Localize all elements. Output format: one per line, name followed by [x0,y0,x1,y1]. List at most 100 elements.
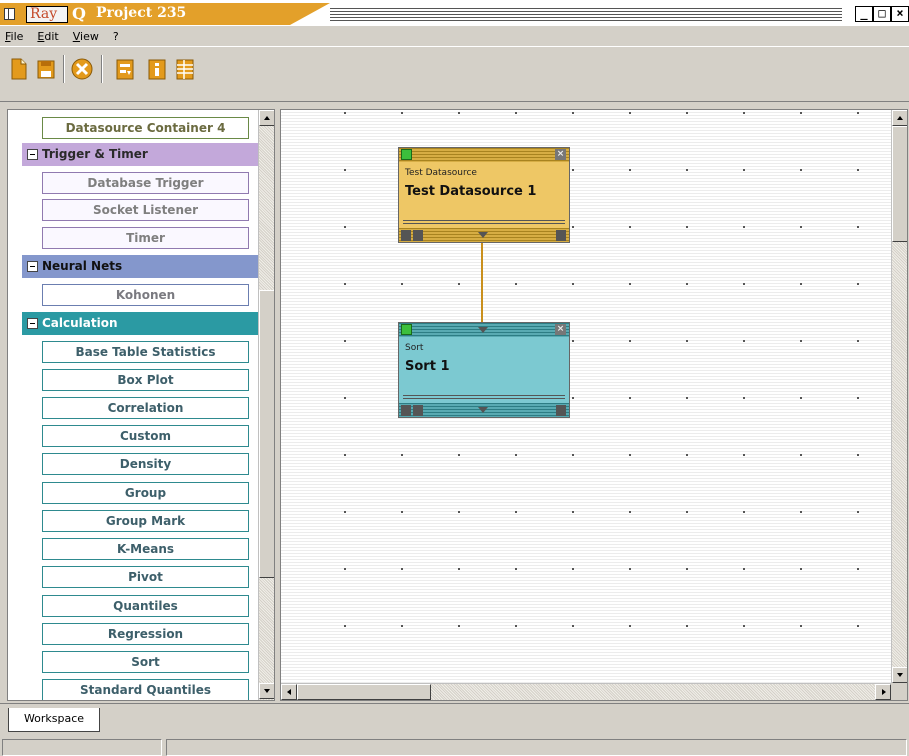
grid-dot [743,169,745,171]
logo-q: Q [72,4,86,23]
status-pane-left [2,739,162,756]
node-close-icon[interactable]: × [555,149,566,160]
delete-icon[interactable] [71,58,93,80]
palette-item-box-plot[interactable]: Box Plot [42,369,249,391]
node-status-icon [401,324,412,335]
output-port-icon[interactable] [478,407,488,413]
palette-item-group-mark[interactable]: Group Mark [42,510,249,532]
grid-dot [629,511,631,513]
menu-help[interactable]: ? [113,30,119,43]
palette-item-timer[interactable]: Timer [42,227,249,249]
category-trigger-timer[interactable]: Trigger & Timer [22,143,258,166]
window-menu-icon[interactable] [4,8,15,20]
grid-dot [629,283,631,285]
palette-item-custom[interactable]: Custom [42,425,249,447]
grid-dot [572,454,574,456]
grid-dot [572,340,574,342]
palette-item-quantiles[interactable]: Quantiles [42,595,249,617]
grid-dot [344,397,346,399]
grid-dot [743,625,745,627]
scroll-thumb[interactable] [297,684,431,700]
menu-view[interactable]: View [73,30,99,43]
grid-dot [743,568,745,570]
scroll-up-button[interactable] [892,110,907,126]
palette-item-group[interactable]: Group [42,482,249,504]
collapse-icon[interactable] [27,149,38,160]
logo-text: Ray [30,6,58,22]
menu-edit[interactable]: Edit [37,30,58,43]
node-config-icon[interactable] [413,405,423,416]
scroll-thumb[interactable] [259,290,274,578]
category-calculation[interactable]: Calculation [22,312,258,335]
workspace-canvas[interactable]: × Test Datasource Test Datasource 1 × So… [280,109,908,701]
category-neural-nets[interactable]: Neural Nets [22,255,258,278]
palette-item-k-means[interactable]: K-Means [42,538,249,560]
grid-dot [629,340,631,342]
table-icon[interactable] [176,58,194,80]
palette-item-pivot[interactable]: Pivot [42,566,249,588]
collapse-icon[interactable] [27,261,38,272]
palette-item-regression[interactable]: Regression [42,623,249,645]
input-port-icon[interactable] [478,327,488,333]
info-icon[interactable] [148,58,166,80]
tab-workspace[interactable]: Workspace [8,708,100,732]
grid-dot [800,568,802,570]
node-info-icon[interactable] [556,405,566,416]
palette-item-database-trigger[interactable]: Database Trigger [42,172,249,194]
grid-dot [743,283,745,285]
palette-item-density[interactable]: Density [42,453,249,475]
node-port-icon[interactable] [401,405,411,416]
node-test-datasource[interactable]: × Test Datasource Test Datasource 1 [398,147,570,243]
title-bar[interactable]: Ray Q Project 235 _ □ × [0,0,909,26]
save-icon[interactable] [37,58,55,80]
palette-scrollbar[interactable] [258,110,274,700]
maximize-button[interactable]: □ [873,6,891,22]
palette-item-socket-listener[interactable]: Socket Listener [42,199,249,221]
node-name: Test Datasource 1 [405,184,537,199]
palette-item-sort[interactable]: Sort [42,651,249,673]
palette-item-correlation[interactable]: Correlation [42,397,249,419]
grid-dot [401,283,403,285]
grid-dot [344,169,346,171]
grid-dot [800,283,802,285]
category-label: Trigger & Timer [42,147,148,161]
node-info-icon[interactable] [556,230,566,241]
node-close-icon[interactable]: × [555,324,566,335]
grid-dot [857,340,859,342]
grid-dot [857,625,859,627]
minimize-button[interactable]: _ [855,6,873,22]
grid-dot [686,511,688,513]
title-tab-tail [290,3,330,25]
new-document-icon[interactable] [10,58,28,80]
node-port-icon[interactable] [401,230,411,241]
node-divider [403,395,565,399]
export-icon[interactable] [116,58,134,80]
canvas-vertical-scrollbar[interactable] [891,110,907,683]
grid-dot [857,226,859,228]
scroll-thumb[interactable] [892,126,907,242]
palette-item-base-table-statistics[interactable]: Base Table Statistics [42,341,249,363]
grid-dot [686,112,688,114]
grid-dot [743,340,745,342]
scroll-down-button[interactable] [259,683,274,699]
collapse-icon[interactable] [27,318,38,329]
node-divider [403,220,565,224]
palette-item-standard-quantiles[interactable]: Standard Quantiles [42,679,249,700]
scroll-left-button[interactable] [281,684,297,700]
grid-dot [458,625,460,627]
scroll-down-button[interactable] [892,667,907,683]
node-sort[interactable]: × Sort Sort 1 [398,322,570,418]
node-config-icon[interactable] [413,230,423,241]
grid-dot [629,625,631,627]
menu-file[interactable]: File [5,30,23,43]
palette-item-datasource-container[interactable]: Datasource Container 4 [42,117,249,139]
scroll-up-button[interactable] [259,110,274,126]
grid-dot [572,169,574,171]
scroll-right-button[interactable] [875,684,891,700]
grid-dot [515,454,517,456]
palette-item-kohonen[interactable]: Kohonen [42,284,249,306]
canvas-horizontal-scrollbar[interactable] [281,683,891,700]
node-connection[interactable] [481,243,483,322]
close-button[interactable]: × [891,6,909,22]
output-port-icon[interactable] [478,232,488,238]
